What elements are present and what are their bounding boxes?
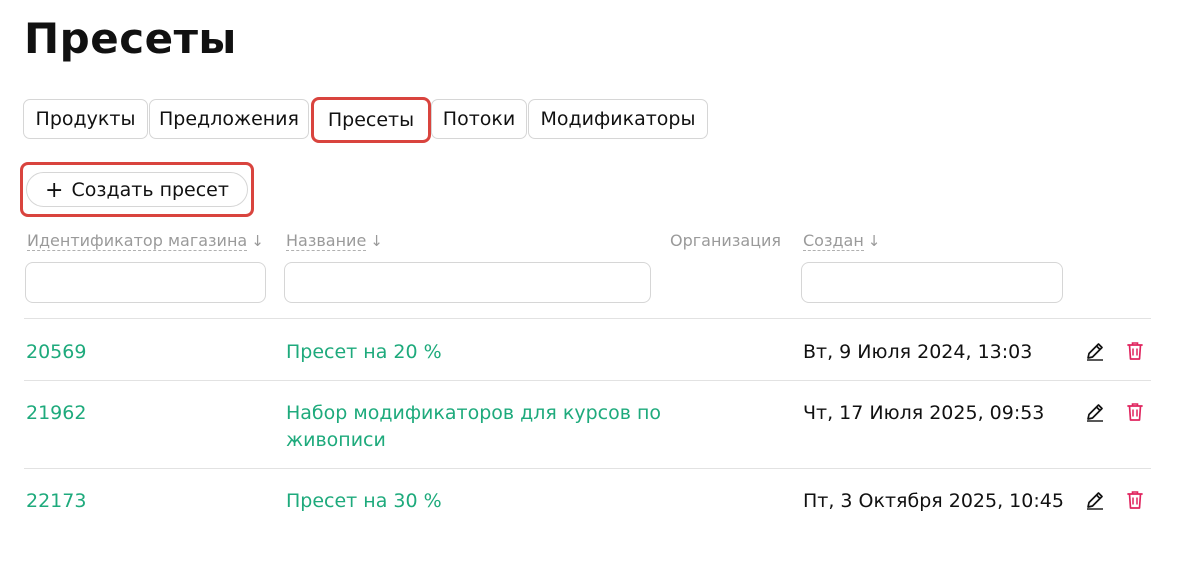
tab-offers[interactable]: Предложения bbox=[149, 99, 309, 139]
trash-icon[interactable] bbox=[1124, 340, 1146, 362]
filter-created-input[interactable] bbox=[801, 262, 1063, 303]
sort-arrow-down-icon: ↓ bbox=[251, 232, 264, 250]
table-divider bbox=[24, 380, 1151, 381]
row-name[interactable]: Пресет на 30 % bbox=[286, 488, 666, 515]
filter-name-input[interactable] bbox=[284, 262, 651, 303]
table-divider bbox=[24, 468, 1151, 469]
tab-products[interactable]: Продукты bbox=[23, 99, 148, 139]
column-header-shop-id-label: Идентификатор магазина bbox=[27, 231, 248, 251]
column-header-created[interactable]: Создан ↓ bbox=[803, 231, 880, 251]
plus-icon: + bbox=[45, 178, 64, 203]
column-header-name-label: Название bbox=[286, 231, 367, 251]
row-shop-id[interactable]: 20569 bbox=[26, 339, 86, 366]
table-divider bbox=[24, 318, 1151, 319]
sort-arrow-down-icon: ↓ bbox=[867, 232, 881, 250]
row-name[interactable]: Пресет на 20 % bbox=[286, 339, 666, 366]
column-header-created-label: Создан bbox=[803, 231, 864, 251]
column-header-organization: Организация bbox=[670, 231, 781, 251]
trash-icon[interactable] bbox=[1124, 489, 1146, 511]
row-shop-id[interactable]: 21962 bbox=[26, 400, 86, 427]
page-title: Пресеты bbox=[24, 14, 237, 63]
sort-arrow-down-icon: ↓ bbox=[370, 232, 383, 250]
row-name[interactable]: Набор модификаторов для курсов по живопи… bbox=[286, 400, 666, 454]
row-created: Вт, 9 Июля 2024, 13:03 bbox=[803, 341, 1033, 363]
create-preset-button[interactable]: + Создать пресет bbox=[26, 172, 248, 207]
column-header-shop-id[interactable]: Идентификатор магазина ↓ bbox=[27, 231, 264, 251]
pencil-icon[interactable] bbox=[1084, 340, 1106, 362]
tab-modifiers[interactable]: Модификаторы bbox=[528, 99, 708, 139]
row-created: Пт, 3 Октября 2025, 10:45 bbox=[803, 490, 1064, 512]
row-created: Чт, 17 Июля 2025, 09:53 bbox=[803, 402, 1045, 424]
create-preset-highlight: + Создать пресет bbox=[20, 162, 254, 217]
filter-shop-id-input[interactable] bbox=[25, 262, 266, 303]
column-header-organization-label: Организация bbox=[670, 231, 782, 250]
pencil-icon[interactable] bbox=[1084, 489, 1106, 511]
trash-icon[interactable] bbox=[1124, 401, 1146, 423]
row-shop-id[interactable]: 22173 bbox=[26, 488, 86, 515]
pencil-icon[interactable] bbox=[1084, 401, 1106, 423]
create-preset-label: Создать пресет bbox=[71, 179, 229, 201]
tab-presets[interactable]: Пресеты bbox=[311, 97, 431, 143]
tab-streams[interactable]: Потоки bbox=[431, 99, 527, 139]
column-header-name[interactable]: Название ↓ bbox=[286, 231, 383, 251]
